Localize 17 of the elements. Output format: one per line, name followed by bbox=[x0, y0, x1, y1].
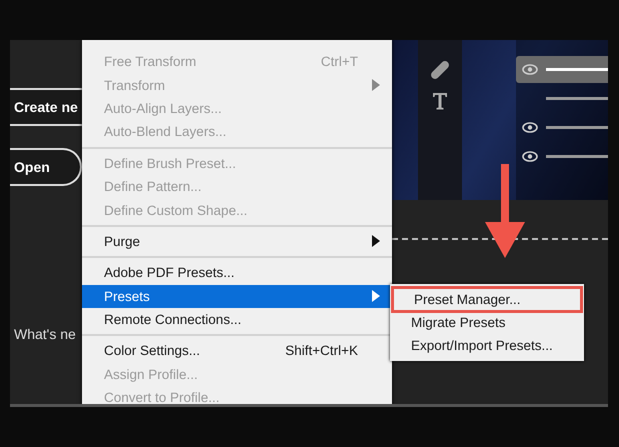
menu-item[interactable]: Export/Import Presets... bbox=[390, 334, 584, 357]
type-tool-icon[interactable] bbox=[432, 92, 448, 110]
layer-row[interactable] bbox=[516, 56, 608, 83]
eye-icon[interactable] bbox=[522, 122, 538, 133]
menu-item[interactable]: Adobe PDF Presets... bbox=[82, 261, 392, 285]
menu-item[interactable]: Preset Manager... bbox=[393, 288, 581, 311]
submenu-arrow-icon bbox=[372, 290, 380, 302]
menu-item[interactable]: Presets bbox=[82, 284, 392, 308]
menu-item[interactable]: Color Settings... Shift+Ctrl+K bbox=[82, 339, 392, 363]
menu-item[interactable]: Remote Connections... bbox=[82, 308, 392, 332]
whats-new-text: What's ne bbox=[13, 326, 77, 342]
eye-icon[interactable] bbox=[522, 151, 538, 162]
submenu-arrow-icon bbox=[372, 235, 380, 248]
submenu-arrow-icon bbox=[372, 79, 380, 92]
open-button[interactable]: Open bbox=[10, 148, 82, 186]
menu-item[interactable]: Migrate Presets bbox=[390, 311, 584, 334]
menu-item[interactable]: Purge bbox=[82, 230, 392, 254]
